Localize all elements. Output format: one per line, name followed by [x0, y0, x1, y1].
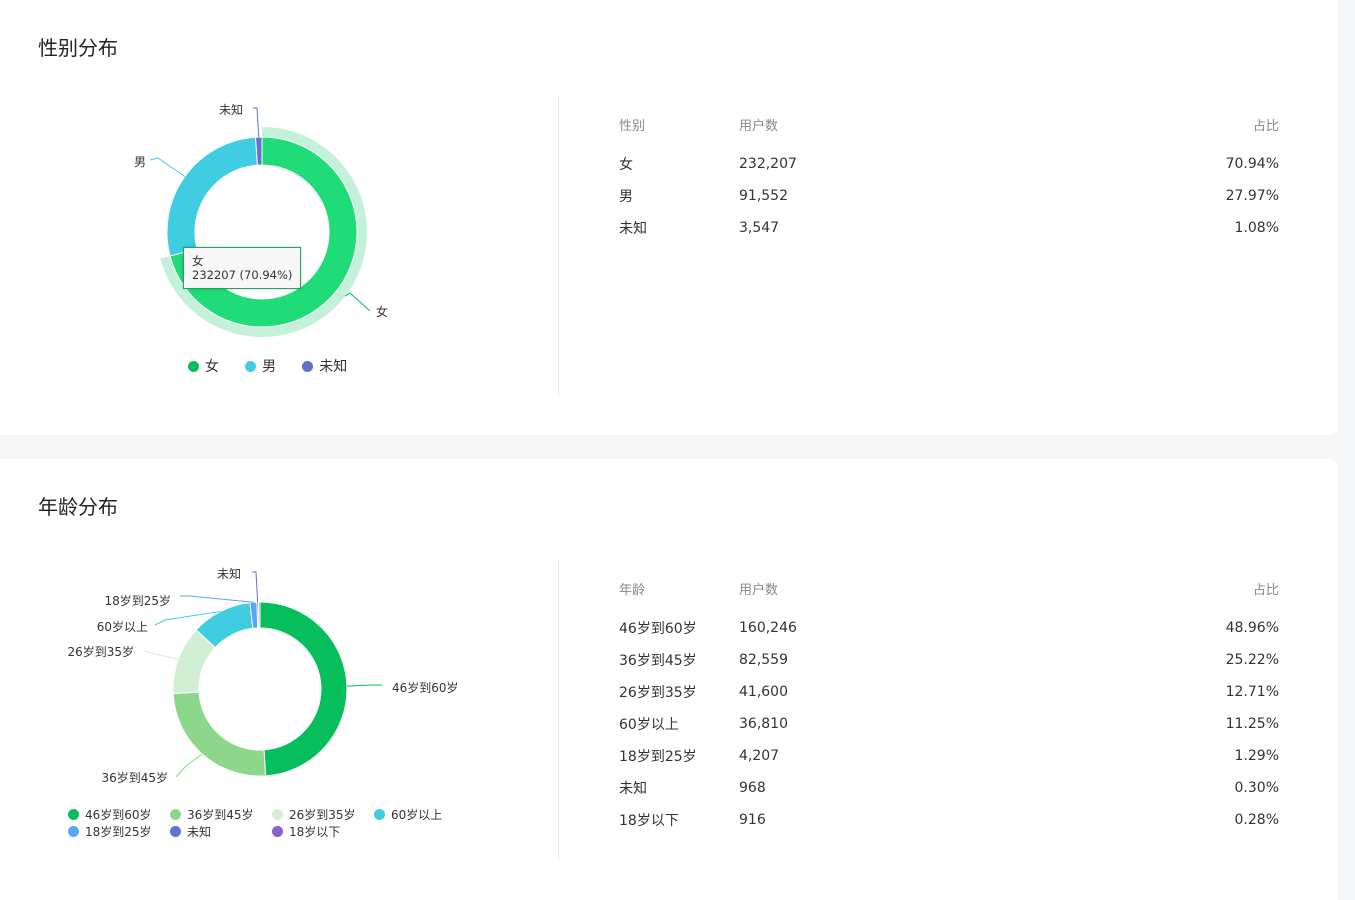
row-percent: 25.22%: [1225, 652, 1279, 668]
label-leader-line: [144, 650, 179, 660]
column-header-gender: 性别: [619, 118, 646, 134]
row-count: 3,547: [739, 220, 780, 236]
table-row: 26岁到35岁 41,600 12.71%: [619, 676, 1279, 708]
age-legend: 46岁到60岁 36岁到45岁 26岁到35岁 60岁以上 18岁到25岁 未知 18岁以下: [68, 806, 488, 841]
slice-label: 36岁到45岁: [101, 770, 168, 785]
column-header-percent: 占比: [1252, 118, 1279, 134]
row-label: 46岁到60岁: [619, 621, 697, 637]
legend-label: 18岁以下: [289, 825, 341, 839]
table-header-row: 年龄 用户数 占比: [619, 576, 1279, 612]
table-row: 60岁以上 36,810 11.25%: [619, 708, 1279, 740]
legend-label: 未知: [187, 825, 212, 839]
row-percent: 0.28%: [1234, 812, 1279, 828]
row-label: 60岁以上: [619, 717, 679, 733]
row-count: 41,600: [739, 684, 788, 700]
legend-dot: [272, 808, 283, 820]
legend-item-18-25[interactable]: 18岁到25岁: [68, 824, 170, 840]
column-header-age: 年龄: [619, 582, 646, 598]
divider: [558, 559, 559, 859]
row-count: 916: [739, 812, 766, 828]
legend-dot: [68, 808, 79, 820]
age-table: 年龄 用户数 占比 46岁到60岁 160,246 48.96% 36岁到45岁 82…: [619, 576, 1279, 836]
row-percent: 1.08%: [1234, 220, 1279, 236]
legend-dot: [170, 826, 181, 837]
row-label: 女: [619, 157, 633, 173]
slice-label: 18岁到25岁: [104, 593, 171, 608]
row-percent: 1.29%: [1234, 748, 1279, 764]
table-row: 未知 968 0.30%: [619, 772, 1279, 804]
legend-label: 60岁以上: [391, 807, 443, 822]
row-label: 未知: [619, 781, 647, 797]
table-row: 18岁以下 916 0.28%: [619, 804, 1279, 836]
table-row: 未知 3,547 1.08%: [619, 212, 1279, 244]
pie-slice-2[interactable]: [172, 691, 267, 777]
column-header-percent: 占比: [1252, 582, 1279, 598]
row-label: 18岁到25岁: [619, 749, 697, 765]
row-label: 26岁到35岁: [619, 685, 697, 701]
label-leader-line: [346, 684, 382, 687]
legend-label: 18岁到25岁: [85, 825, 152, 839]
gender-table: 性别 用户数 占比 女 232,207 70.94% 男 91,552 27.97% 未…: [619, 112, 1279, 244]
label-leader-line: [252, 571, 259, 603]
age-donut-chart[interactable]: 46岁到60岁36岁到45岁26岁到35岁60岁以上18岁到25岁未知: [0, 0, 558, 900]
row-label: 18岁以下: [619, 813, 679, 829]
row-percent: 70.94%: [1225, 156, 1279, 172]
table-row: 女 232,207 70.94%: [619, 148, 1279, 180]
legend-label: 46岁到60岁: [85, 807, 152, 822]
row-label: 36岁到45岁: [619, 653, 697, 669]
row-percent: 12.71%: [1225, 684, 1279, 700]
column-header-users: 用户数: [739, 118, 779, 134]
table-row: 46岁到60岁 160,246 48.96%: [619, 612, 1279, 644]
table-row: 男 91,552 27.97%: [619, 180, 1279, 212]
row-label: 未知: [619, 221, 647, 237]
slice-label: 46岁到60岁: [392, 680, 459, 695]
row-count: 160,246: [739, 620, 797, 636]
row-count: 82,559: [739, 652, 788, 668]
row-label: 男: [619, 189, 633, 205]
legend-item-46-60[interactable]: 46岁到60岁: [68, 806, 170, 822]
divider: [558, 95, 559, 395]
slice-label: 未知: [217, 567, 241, 581]
legend-item-unknown[interactable]: 未知: [170, 824, 272, 840]
slice-label: 26岁到35岁: [67, 644, 134, 659]
legend-item-26-35[interactable]: 26岁到35岁: [272, 806, 374, 822]
row-percent: 11.25%: [1225, 716, 1279, 732]
pie-slice-1[interactable]: [259, 601, 348, 777]
label-leader-line: [180, 595, 254, 603]
legend-dot: [374, 808, 385, 820]
table-row: 36岁到45岁 82,559 25.22%: [619, 644, 1279, 676]
label-leader-line: [175, 753, 203, 778]
legend-dot: [68, 826, 79, 837]
slice-label: 60岁以上: [97, 619, 148, 634]
table-row: 18岁到25岁 4,207 1.29%: [619, 740, 1279, 772]
row-count: 4,207: [739, 748, 780, 764]
legend-item-36-45[interactable]: 36岁到45岁: [170, 806, 272, 822]
row-count: 232,207: [739, 156, 797, 172]
column-header-users: 用户数: [739, 582, 779, 598]
row-count: 91,552: [739, 188, 788, 204]
pie-slice-7[interactable]: [257, 601, 261, 629]
legend-label: 26岁到35岁: [289, 807, 356, 822]
table-header-row: 性别 用户数 占比: [619, 112, 1279, 148]
row-percent: 48.96%: [1225, 620, 1279, 636]
row-count: 968: [739, 780, 766, 796]
legend-dot: [272, 826, 283, 837]
legend-item-under-18[interactable]: 18岁以下: [272, 824, 374, 840]
row-count: 36,810: [739, 716, 788, 732]
row-percent: 27.97%: [1225, 188, 1279, 204]
legend-item-60-plus[interactable]: 60岁以上: [374, 806, 476, 822]
legend-label: 36岁到45岁: [187, 807, 254, 822]
legend-dot: [170, 808, 181, 820]
row-percent: 0.30%: [1234, 780, 1279, 796]
